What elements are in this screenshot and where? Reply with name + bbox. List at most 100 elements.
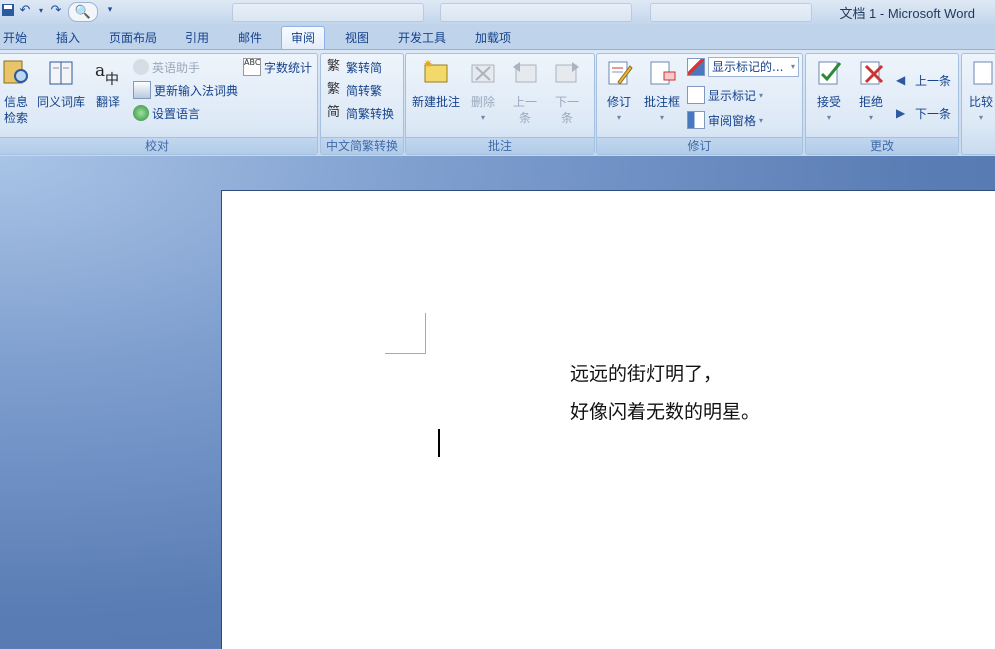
previous-change-button[interactable]: ◀ 上一条	[896, 70, 951, 90]
customize-toolbar-icon[interactable]: ▾	[102, 2, 118, 18]
svg-text:✷: ✷	[423, 58, 433, 71]
translate-button[interactable]: a中 翻译	[91, 58, 125, 110]
background-window-tab	[232, 3, 424, 22]
english-assistant-button[interactable]: 英语助手	[133, 57, 200, 77]
chinese-conversion-button[interactable]: 简 简繁转换	[327, 103, 394, 123]
next-change-label: 下一条	[915, 106, 952, 121]
delete-comment-button[interactable]: 删除 ▾	[466, 58, 500, 126]
track-changes-button[interactable]: 修订 ▾	[601, 58, 637, 126]
compare-button[interactable]: 比较 ▾	[966, 58, 995, 126]
research-label-1: 信息	[3, 95, 28, 109]
update-ime-button[interactable]: 更新输入法词典	[133, 80, 238, 100]
next-comment-icon	[555, 62, 579, 83]
previous-comment-label: 上一条	[512, 95, 537, 125]
reject-button[interactable]: 拒绝 ▾	[852, 58, 890, 126]
save-icon[interactable]	[0, 2, 16, 18]
traditional-to-simplified-button[interactable]: 繁 繁转简	[327, 57, 382, 77]
conversion-icon: 简	[327, 105, 341, 120]
next-comment-button[interactable]: 下一条	[548, 58, 586, 126]
new-comment-label: 新建批注	[411, 95, 460, 109]
delete-comment-icon	[471, 64, 495, 83]
tab-add-ins[interactable]: 加载项	[466, 27, 520, 49]
delete-dropdown-icon: ▾	[480, 113, 485, 122]
previous-change-label: 上一条	[915, 73, 952, 88]
chevron-down-icon: ▾	[790, 62, 795, 71]
tab-home[interactable]: 开始	[0, 27, 36, 49]
to-simplified-label: 繁转简	[346, 60, 383, 75]
book-icon	[49, 61, 73, 85]
english-assistant-icon	[133, 59, 149, 75]
reviewing-pane-label: 审阅窗格	[708, 113, 757, 128]
next-change-button[interactable]: ▶ 下一条	[896, 103, 951, 123]
display-for-review-dropdown[interactable]: 显示标记的... ▾	[687, 57, 799, 77]
document-page[interactable]: 远远的街灯明了， 好像闪着无数的明星。	[221, 190, 995, 649]
simplified-to-traditional-button[interactable]: 繁 简转繁	[327, 80, 382, 100]
compare-dropdown-icon: ▾	[978, 113, 983, 122]
group-compare: 比较 ▾	[961, 53, 995, 155]
set-language-button[interactable]: 设置语言	[133, 103, 200, 123]
thesaurus-button[interactable]: 同义词库	[35, 58, 87, 110]
reject-icon	[860, 61, 884, 85]
print-preview-icon[interactable]: 🔍	[68, 2, 98, 22]
balloons-dropdown-icon: ▾	[659, 113, 664, 122]
tab-insert[interactable]: 插入	[47, 27, 89, 49]
group-label: 更改	[806, 137, 958, 154]
group-label: 中文简繁转换	[321, 137, 403, 154]
tab-references[interactable]: 引用	[176, 27, 218, 49]
previous-comment-button[interactable]: 上一条	[506, 58, 544, 126]
tab-page-layout[interactable]: 页面布局	[100, 27, 166, 49]
compare-icon	[973, 61, 993, 85]
background-window-tab	[440, 3, 632, 22]
group-label: 修订	[597, 137, 802, 154]
redo-icon[interactable]: ↷	[48, 2, 64, 18]
tab-developer[interactable]: 开发工具	[389, 27, 455, 49]
next-comment-label: 下一条	[554, 95, 579, 125]
display-for-review-icon	[687, 58, 705, 76]
tab-view[interactable]: 视图	[336, 27, 378, 49]
undo-dropdown-icon[interactable]: ▾	[33, 2, 49, 18]
group-changes: 接受 ▾ 拒绝 ▾ ◀ 上一条 ▶ 下一条 更改	[805, 53, 959, 155]
svg-text:中: 中	[105, 72, 119, 88]
new-comment-button[interactable]: ✷ 新建批注	[410, 57, 462, 110]
research-button[interactable]: 信息 检索	[0, 58, 33, 126]
ribbon: 信息 检索 同义词库 a中 翻译 英语助手 更新输入法词典 设置语言 ABC 字…	[0, 49, 995, 157]
set-language-label: 设置语言	[152, 106, 201, 121]
tab-mailings[interactable]: 邮件	[229, 27, 271, 49]
traditional-to-simplified-icon: 繁	[327, 59, 341, 74]
document-text-line[interactable]: 好像闪着无数的明星。	[570, 397, 760, 424]
next-change-icon: ▶	[896, 106, 906, 120]
display-for-review-select[interactable]: 显示标记的... ▾	[708, 57, 799, 77]
accept-icon	[818, 61, 842, 85]
balloons-icon	[650, 61, 676, 85]
display-for-review-value: 显示标记的...	[712, 60, 784, 74]
group-tracking: 修订 ▾ 批注框 ▾ 显示标记的... ▾ 显示标记 ▾ 审阅窗格 ▾ 修订	[596, 53, 803, 155]
reviewing-pane-button[interactable]: 审阅窗格 ▾	[687, 110, 763, 130]
balloons-label: 批注框	[643, 95, 680, 109]
tab-review[interactable]: 审阅	[281, 26, 326, 49]
word-count-button[interactable]: ABC 字数统计	[243, 57, 312, 77]
word-count-icon: ABC	[243, 58, 261, 76]
accept-button[interactable]: 接受 ▾	[810, 58, 848, 126]
group-comments: ✷ 新建批注 删除 ▾ 上一条 下一条 批注	[405, 53, 595, 155]
previous-change-icon: ◀	[896, 73, 906, 87]
group-label: 校对	[0, 137, 317, 154]
chevron-down-icon: ▾	[759, 115, 764, 125]
chevron-down-icon: ▾	[759, 90, 764, 100]
undo-icon[interactable]: ↶	[17, 2, 33, 18]
show-markup-button[interactable]: 显示标记 ▾	[687, 85, 763, 105]
title-bar: ↶ ▾ ↷ 🔍 ▾ 文档 1 - Microsoft Word	[0, 0, 995, 24]
document-text-line[interactable]: 远远的街灯明了，	[570, 359, 722, 386]
english-assistant-label: 英语助手	[152, 60, 201, 75]
new-comment-icon: ✷	[423, 57, 448, 83]
simplified-to-traditional-icon: 繁	[327, 82, 341, 97]
research-icon	[3, 60, 28, 84]
svg-text:a: a	[95, 61, 105, 81]
balloons-button[interactable]: 批注框 ▾	[641, 58, 683, 126]
text-cursor	[438, 429, 440, 457]
word-count-label: 字数统计	[264, 60, 313, 75]
update-ime-label: 更新输入法词典	[154, 83, 239, 98]
translate-label: 翻译	[95, 95, 120, 109]
reject-dropdown-icon: ▾	[868, 113, 873, 122]
translate-icon: a中	[95, 61, 119, 88]
convert-label: 简繁转换	[346, 106, 395, 121]
